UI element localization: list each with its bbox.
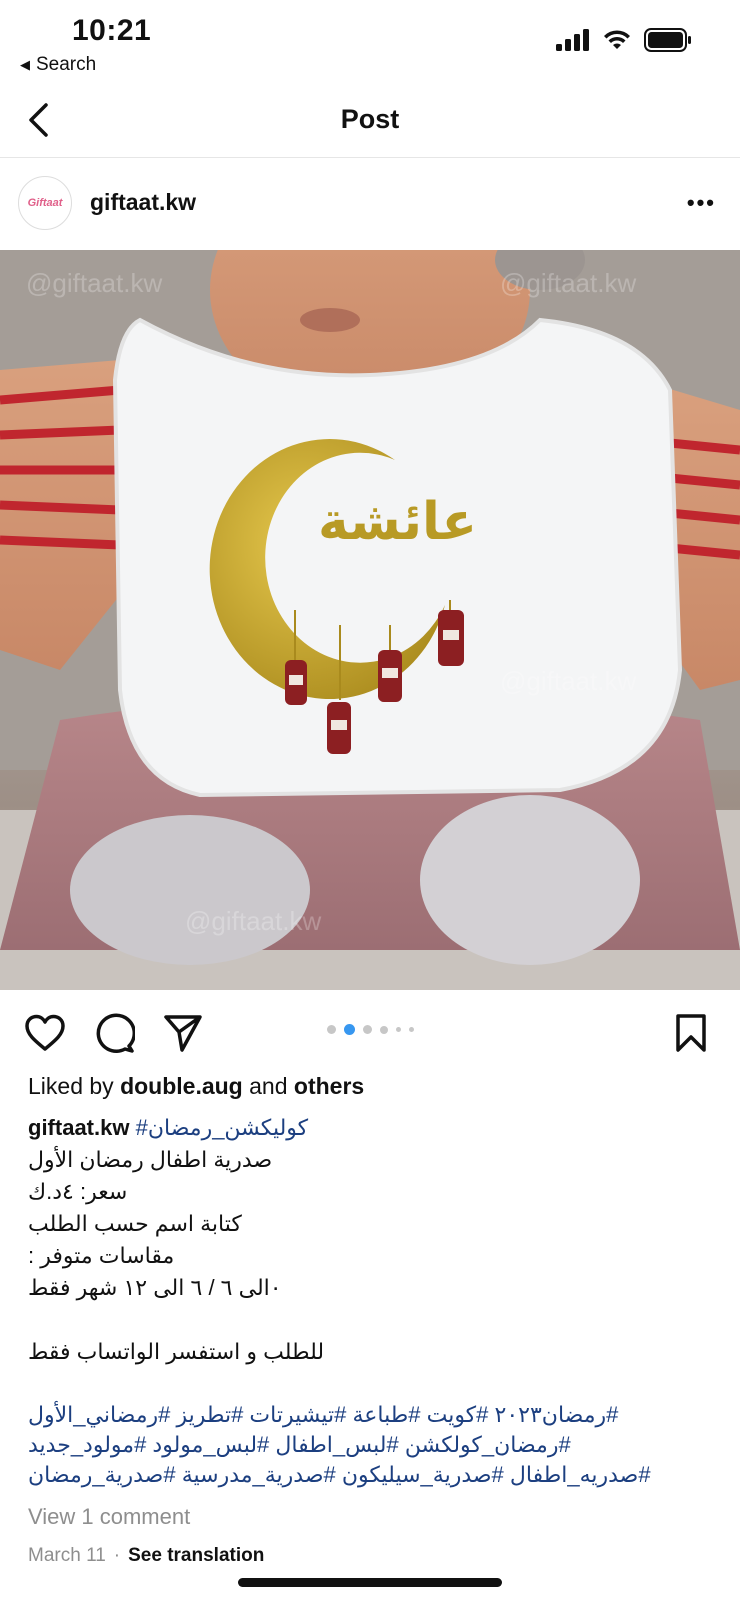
liked-others[interactable]: others (294, 1073, 364, 1099)
carousel-dot (408, 1027, 414, 1032)
hashtag-line[interactable]: #صدريه_اطفال #صدرية_سيليكون #صدرية_مدرسي… (28, 1460, 718, 1490)
view-comments-link[interactable]: View 1 comment (28, 1504, 190, 1530)
post-header: Giftaat giftaat.kw ••• (0, 160, 740, 248)
nav-bar: Post (0, 88, 740, 158)
post-meta: March 11 · See translation (28, 1545, 264, 1567)
hashtag-line[interactable]: #رمضان_كولكشن #لبس_اطفال #لبس_مولود #مول… (28, 1430, 718, 1460)
caption-body: صدرية اطفال رمضان الأول سعر: ٤د.ك كتابة اس… (28, 1144, 718, 1400)
post-caption: Liked by double.aug and others giftaat.k… (28, 1070, 718, 1490)
bib-name-text: عائشة (318, 492, 478, 552)
bookmark-icon[interactable] (670, 1012, 712, 1054)
status-bar: 10:21 ◀ Search (0, 0, 740, 80)
status-icons (556, 28, 692, 57)
liked-user[interactable]: double.aug (120, 1073, 243, 1099)
back-search-label: Search (36, 54, 97, 75)
caption-line (28, 1304, 718, 1336)
baby-bib-illustration: @giftaat.kw @giftaat.kw @giftaat.kw @gif… (0, 250, 740, 990)
see-translation-link[interactable]: See translation (128, 1545, 264, 1567)
carousel-dot (379, 1025, 388, 1034)
post-image[interactable]: @giftaat.kw @giftaat.kw @giftaat.kw @gif… (0, 250, 740, 990)
wifi-icon (602, 29, 632, 56)
caption-first-line: giftaat.kw #كوليكشن_رمضان (28, 1112, 718, 1144)
back-to-search-button[interactable]: ◀ Search (20, 54, 96, 76)
status-time: 10:21 (72, 14, 152, 47)
page-title: Post (340, 104, 400, 134)
carousel-dot (395, 1027, 401, 1032)
caption-username[interactable]: giftaat.kw (28, 1115, 129, 1140)
hashtag-link[interactable]: #كوليكشن_رمضان (136, 1115, 309, 1140)
watermark-text: @giftaat.kw (26, 268, 162, 298)
watermark-text: @giftaat.kw (500, 268, 636, 298)
liked-prefix: Liked by (28, 1073, 114, 1099)
caption-line: للطلب و استفسر الواتساب فقط (28, 1339, 325, 1364)
caption-line: مقاسات متوفر : (28, 1243, 175, 1268)
liked-and: and (249, 1073, 288, 1099)
back-triangle-icon: ◀ (20, 57, 30, 72)
carousel-dot-active (343, 1024, 355, 1035)
carousel-dot (326, 1025, 336, 1034)
post-date: March 11 (28, 1545, 106, 1566)
meta-separator: · (113, 1545, 121, 1566)
watermark-text: @giftaat.kw (185, 906, 321, 936)
hashtag-line[interactable]: #رمضان٢٠٢٣ #كويت #طباعة #تيشيرتات #تطريز… (28, 1400, 718, 1430)
watermark-text: @giftaat.kw (500, 666, 636, 696)
carousel-dot (362, 1025, 372, 1034)
avatar-logo-text: Giftaat (27, 197, 63, 209)
caption-line (28, 1368, 718, 1400)
caption-line: صدرية اطفال رمضان الأول (28, 1147, 273, 1172)
carousel-indicator (0, 1024, 740, 1035)
action-bar (0, 1000, 740, 1062)
battery-icon (644, 28, 692, 57)
post-username[interactable]: giftaat.kw (90, 189, 196, 216)
caption-line: سعر: ٤د.ك (28, 1179, 128, 1204)
likes-summary[interactable]: Liked by double.aug and others (28, 1070, 718, 1102)
more-options-icon[interactable]: ••• (687, 190, 716, 216)
hashtag-block[interactable]: #رمضان٢٠٢٣ #كويت #طباعة #تيشيرتات #تطريز… (28, 1400, 718, 1490)
avatar[interactable]: Giftaat (18, 176, 72, 230)
home-indicator (238, 1578, 502, 1587)
caption-line: ٠الى ٦ / ٦ الى ١٢ شهر فقط (28, 1275, 282, 1300)
cellular-signal-icon (556, 29, 590, 56)
caption-line: كتابة اسم حسب الطلب (28, 1211, 242, 1236)
